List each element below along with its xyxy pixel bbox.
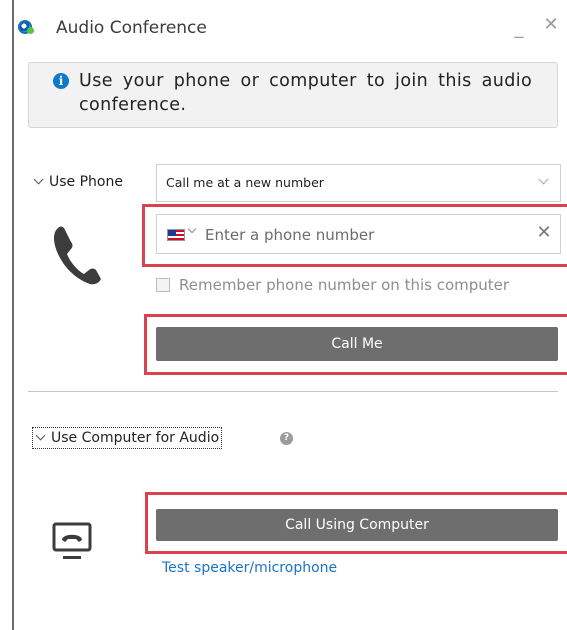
remember-checkbox[interactable] — [156, 278, 170, 292]
info-text: Use your phone or computer to join this … — [79, 71, 533, 115]
minimize-button[interactable]: _ — [508, 18, 530, 40]
use-computer-label: Use Computer for Audio — [51, 430, 220, 446]
chevron-down-icon — [538, 176, 550, 188]
use-computer-toggle[interactable]: Use Computer for Audio — [32, 427, 223, 449]
window-title: Audio Conference — [56, 18, 207, 38]
use-phone-toggle[interactable]: Use Phone — [33, 174, 123, 190]
phone-input-highlight — [142, 204, 567, 267]
test-speaker-link[interactable]: Test speaker/microphone — [162, 560, 337, 576]
remember-label: Remember phone number on this computer — [179, 276, 510, 294]
info-icon: i — [53, 73, 69, 89]
app-logo-icon — [18, 20, 34, 34]
chevron-down-icon — [33, 176, 45, 188]
call-option-value: Call me at a new number — [166, 175, 324, 190]
title-bar: Audio Conference _ ✕ — [14, 0, 567, 56]
info-banner: i Use your phone or computer to join thi… — [28, 62, 558, 128]
close-button[interactable]: ✕ — [540, 14, 562, 36]
computer-audio-icon — [52, 522, 92, 559]
use-phone-label: Use Phone — [49, 174, 123, 190]
call-me-highlight — [144, 314, 567, 375]
section-divider — [28, 391, 558, 392]
chevron-down-icon — [35, 432, 47, 444]
remember-phone-option[interactable]: Remember phone number on this computer — [156, 276, 509, 294]
audio-conference-window: Audio Conference _ ✕ i Use your phone or… — [12, 0, 567, 630]
call-option-select[interactable]: Call me at a new number — [156, 164, 561, 202]
help-icon[interactable]: ? — [280, 432, 293, 445]
call-computer-highlight — [145, 492, 567, 554]
phone-handset-icon — [54, 226, 101, 285]
